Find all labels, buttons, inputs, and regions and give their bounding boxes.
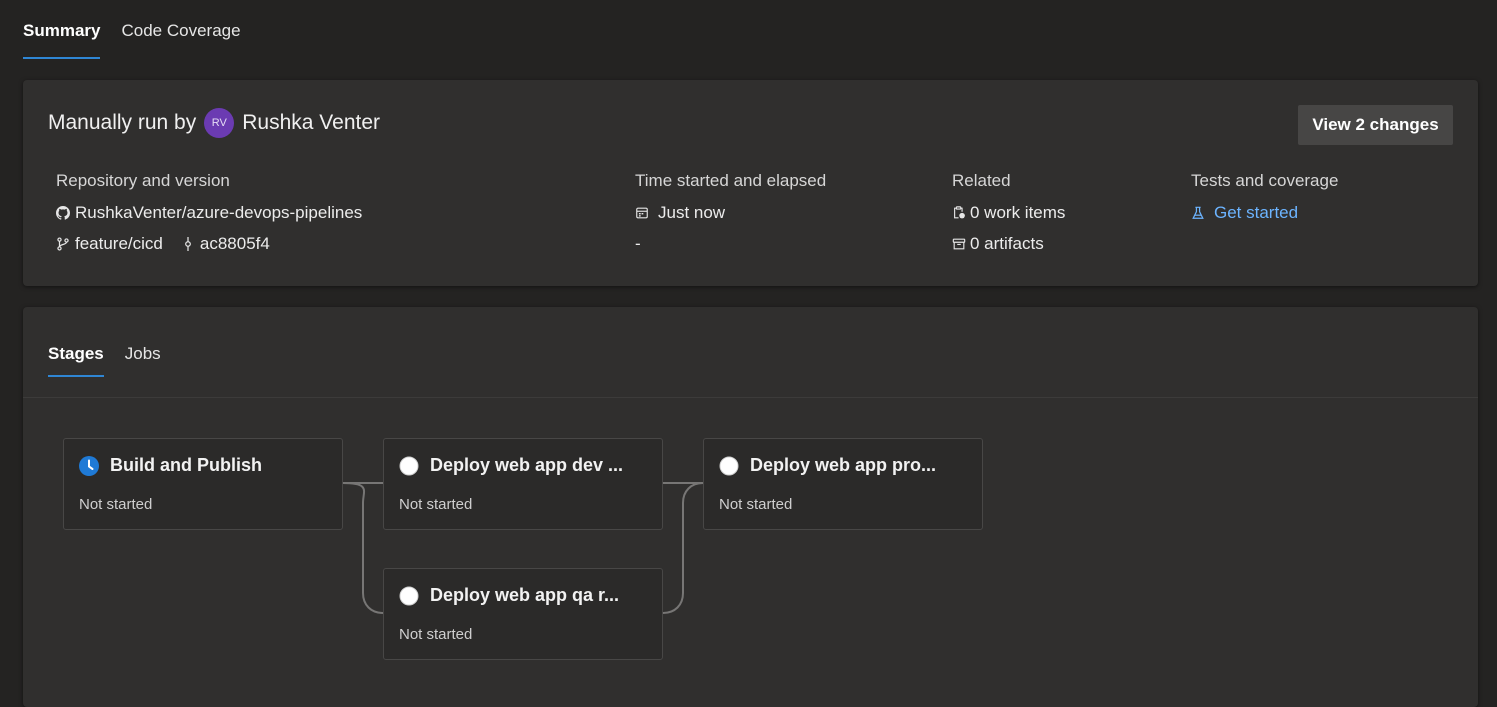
related-heading: Related — [952, 171, 1011, 190]
stage-title: Deploy web app pro... — [719, 455, 936, 476]
stage-status: Not started — [719, 496, 793, 513]
stage-title: Deploy web app dev ... — [399, 455, 623, 476]
view-changes-button[interactable]: View 2 changes — [1298, 105, 1453, 145]
stage-status: Not started — [399, 496, 473, 513]
stages-card: Stages Jobs Build and Publish Not starte… — [23, 307, 1478, 707]
elapsed-value: - — [635, 234, 641, 253]
stage-title: Build and Publish — [79, 455, 262, 476]
tab-code-coverage[interactable]: Code Coverage — [121, 0, 240, 60]
tab-summary[interactable]: Summary — [23, 0, 101, 60]
run-by: Manually run by RV Rushka Venter — [48, 108, 380, 138]
tests-row: Get started — [1191, 202, 1338, 224]
github-icon — [56, 206, 70, 220]
connector-build-to-qa — [342, 482, 384, 614]
circle-icon — [719, 456, 739, 476]
repo-link[interactable]: RushkaVenter/azure-devops-pipelines — [75, 203, 362, 223]
related-section: Related 0 work items 0 artifacts — [952, 171, 1065, 255]
artifacts-link[interactable]: 0 artifacts — [970, 234, 1044, 254]
stage-name: Deploy web app pro... — [750, 455, 937, 475]
top-tabs: Summary Code Coverage — [23, 0, 262, 60]
stage-name: Build and Publish — [110, 455, 262, 475]
elapsed-row: - — [635, 233, 826, 255]
user-name: Rushka Venter — [242, 111, 381, 134]
tests-section: Tests and coverage Get started — [1191, 171, 1338, 224]
get-started-link[interactable]: Get started — [1214, 203, 1298, 223]
artifact-icon — [952, 237, 966, 251]
work-items-link[interactable]: 0 work items — [970, 203, 1065, 223]
stage-build-and-publish[interactable]: Build and Publish Not started — [63, 438, 343, 530]
flask-icon — [1191, 206, 1205, 220]
stage-name: Deploy web app qa r... — [430, 585, 620, 605]
work-item-icon — [952, 206, 966, 220]
stage-name: Deploy web app dev ... — [430, 455, 624, 475]
stage-title: Deploy web app qa r... — [399, 585, 619, 606]
started-value: Just now — [658, 203, 726, 222]
started-row: Just now — [635, 202, 826, 224]
stage-status: Not started — [399, 626, 473, 643]
avatar[interactable]: RV — [204, 108, 235, 138]
branch-row: feature/cicd ac8805f4 — [56, 233, 362, 255]
tests-heading: Tests and coverage — [1191, 171, 1339, 190]
artifacts-row: 0 artifacts — [952, 233, 1065, 255]
connector-qa-to-prod — [662, 482, 704, 614]
stage-deploy-qa[interactable]: Deploy web app qa r... Not started — [383, 568, 663, 660]
branch-link[interactable]: feature/cicd — [75, 234, 163, 254]
stage-status: Not started — [79, 496, 153, 513]
branch-icon — [56, 237, 70, 251]
work-items-row: 0 work items — [952, 202, 1065, 224]
summary-card: Manually run by RV Rushka Venter View 2 … — [23, 80, 1478, 286]
time-heading: Time started and elapsed — [635, 171, 827, 190]
commit-icon — [181, 237, 195, 251]
commit-link[interactable]: ac8805f4 — [200, 234, 270, 254]
clock-icon — [79, 455, 99, 476]
repository-section: Repository and version RushkaVenter/azur… — [56, 171, 362, 255]
repository-heading: Repository and version — [56, 171, 230, 190]
repo-row: RushkaVenter/azure-devops-pipelines — [56, 202, 362, 224]
run-by-label: Manually run by — [48, 111, 197, 134]
circle-icon — [399, 456, 419, 476]
circle-icon — [399, 586, 419, 606]
calendar-icon — [635, 206, 649, 220]
stage-deploy-prod[interactable]: Deploy web app pro... Not started — [703, 438, 983, 530]
stage-deploy-dev[interactable]: Deploy web app dev ... Not started — [383, 438, 663, 530]
time-section: Time started and elapsed Just now - — [635, 171, 826, 255]
